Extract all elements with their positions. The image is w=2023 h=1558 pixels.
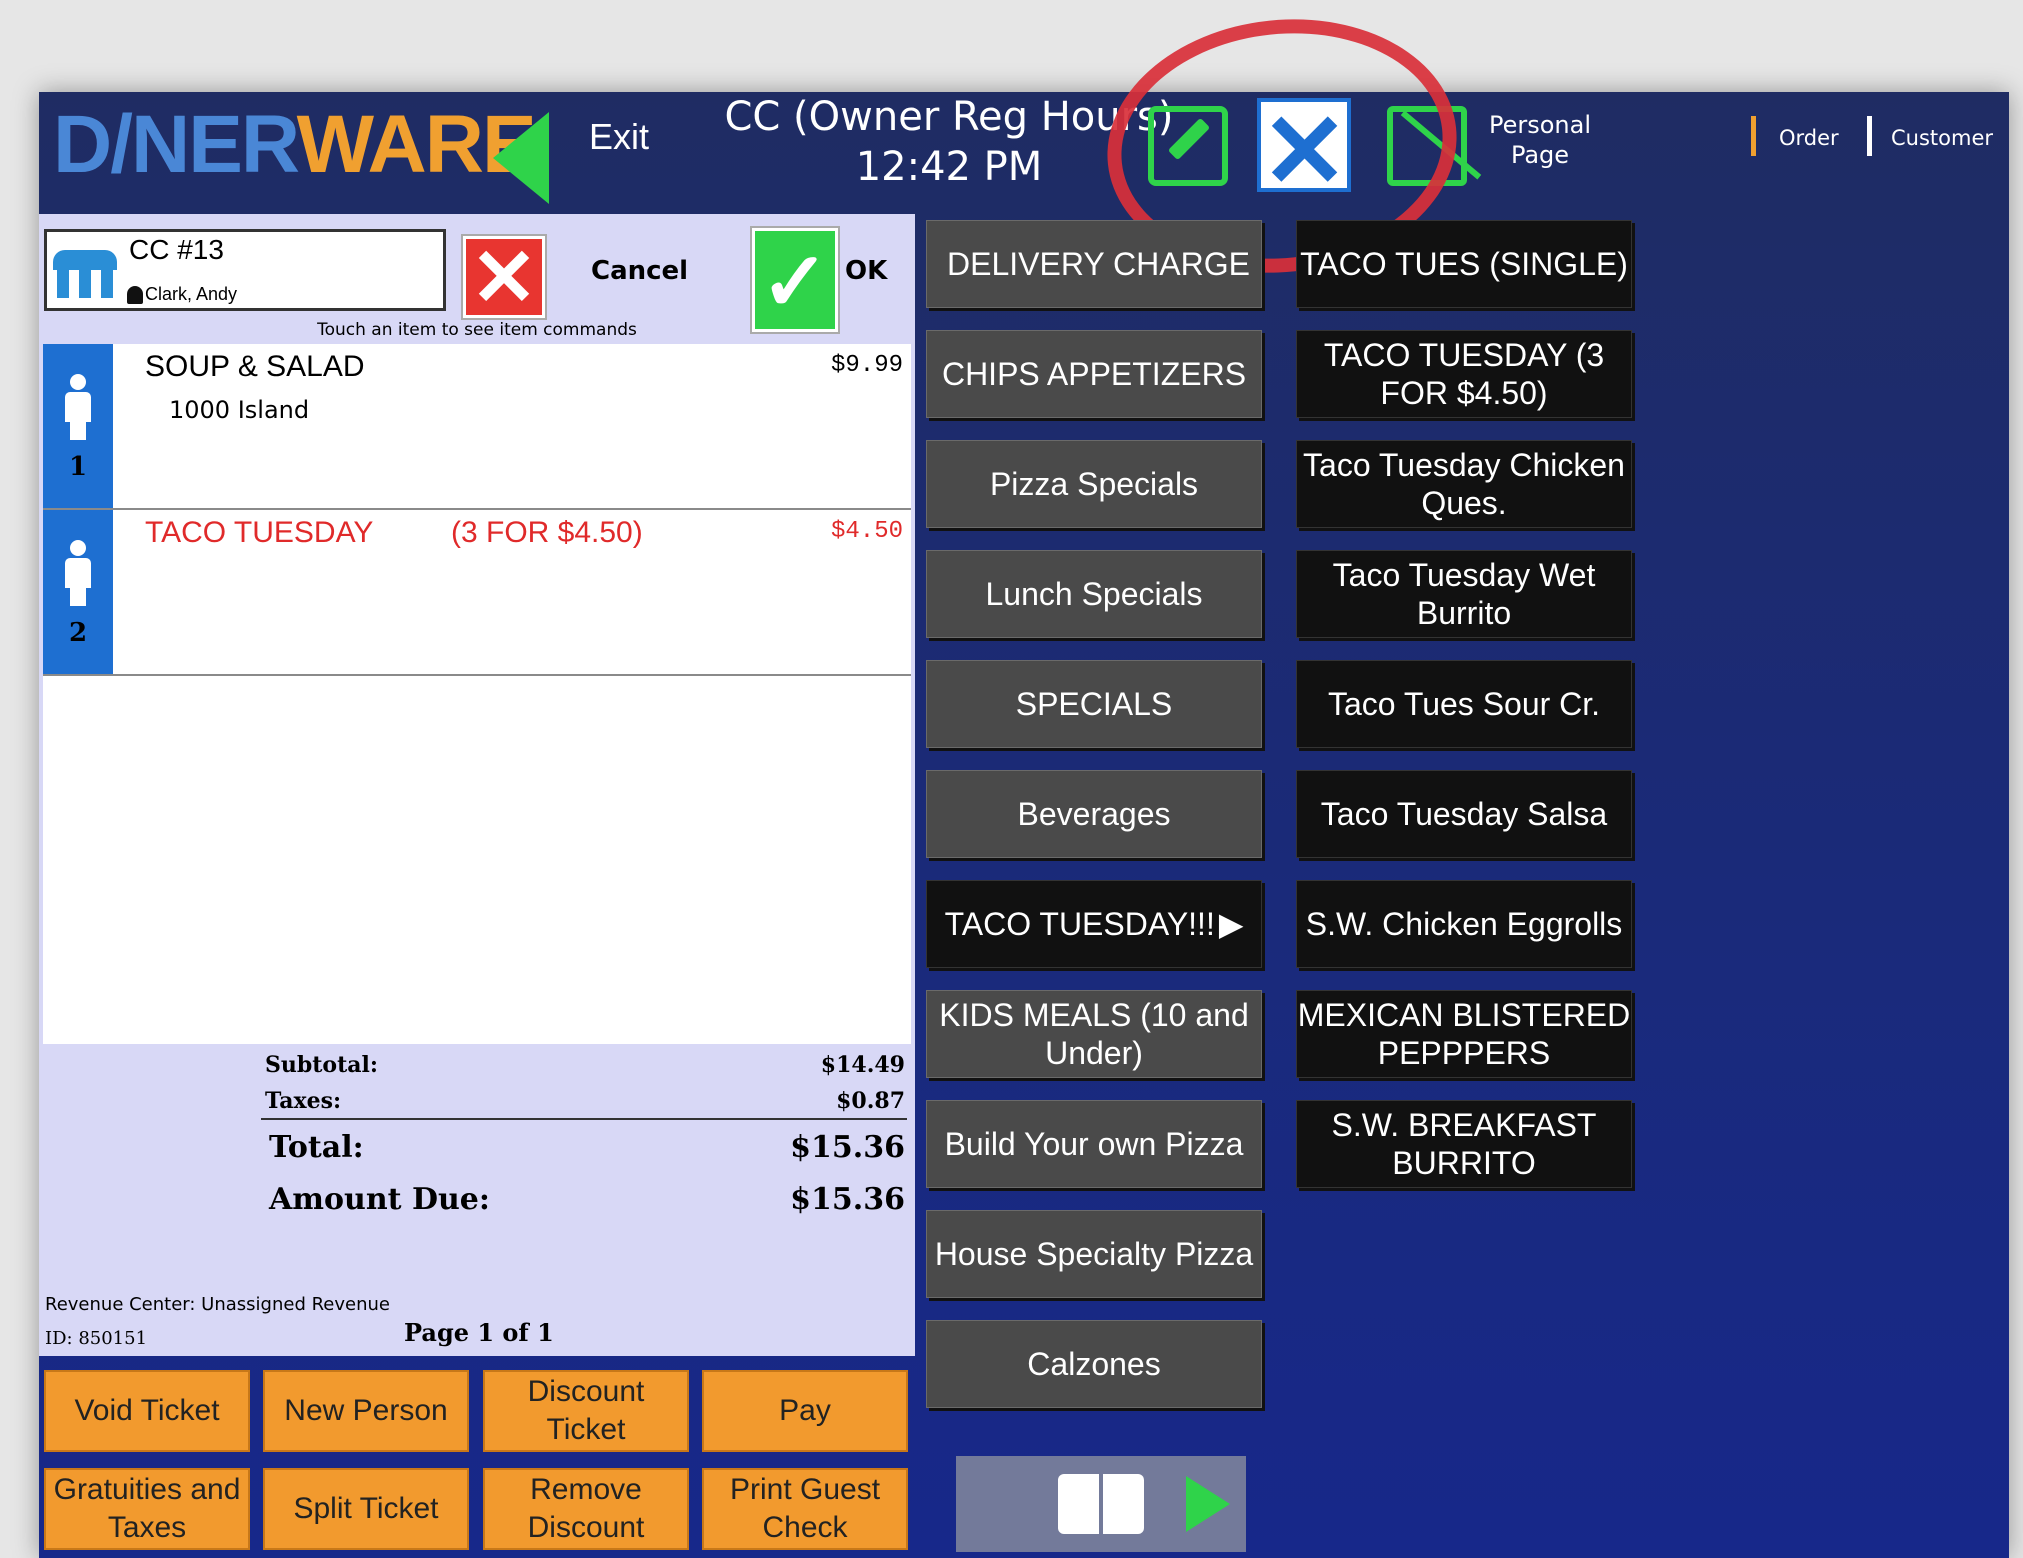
item-sour-cream[interactable]: Taco Tues Sour Cr.: [1296, 660, 1632, 748]
tab-order[interactable]: Order: [1779, 126, 1839, 150]
item-name[interactable]: SOUP & SALAD: [145, 350, 365, 384]
remove-discount-button[interactable]: Remove Discount: [483, 1468, 689, 1550]
category-delivery-charge[interactable]: DELIVERY CHARGE: [926, 220, 1262, 308]
tab-customer[interactable]: Customer: [1891, 126, 1993, 150]
book-icon[interactable]: [1058, 1474, 1144, 1534]
item-breakfast-burrito[interactable]: S.W. BREAKFAST BURRITO: [1296, 1100, 1632, 1188]
category-calzones[interactable]: Calzones: [926, 1320, 1262, 1408]
print-guest-check-button[interactable]: Print Guest Check: [702, 1468, 908, 1550]
cancel-icon[interactable]: ✕: [461, 233, 547, 322]
category-build-your-own-pizza[interactable]: Build Your own Pizza: [926, 1100, 1262, 1188]
subtotal-label: Subtotal:: [265, 1052, 378, 1078]
gratuities-taxes-button[interactable]: Gratuities and Taxes: [44, 1468, 250, 1550]
subtotal-value: $14.49: [820, 1052, 905, 1078]
back-arrow-icon[interactable]: [493, 112, 549, 204]
person-icon: [65, 374, 91, 440]
server-icon: [127, 286, 143, 304]
item-chicken-eggrolls[interactable]: S.W. Chicken Eggrolls: [1296, 880, 1632, 968]
ok-button[interactable]: OK: [845, 256, 887, 286]
item-taco-tues-single[interactable]: TACO TUES (SINGLE): [1296, 220, 1632, 308]
category-taco-tuesday[interactable]: TACO TUESDAY!!! ▶: [926, 880, 1262, 968]
ticket-id: ID: 850151: [45, 1328, 148, 1349]
tab-divider: [1751, 116, 1756, 156]
discount-ticket-button[interactable]: Discount Ticket: [483, 1370, 689, 1452]
cancel-button[interactable]: Cancel: [591, 256, 688, 286]
taxes-label: Taxes:: [265, 1088, 342, 1114]
seat-block[interactable]: 1 SOUP & SALAD 1000 Island $9.99: [43, 344, 911, 510]
item-price: $4.50: [830, 518, 903, 545]
void-ticket-button[interactable]: Void Ticket: [44, 1370, 250, 1452]
personal-page-button[interactable]: Personal Page: [1475, 110, 1605, 170]
item-salsa[interactable]: Taco Tuesday Salsa: [1296, 770, 1632, 858]
revenue-center: Revenue Center: Unassigned Revenue: [45, 1294, 390, 1315]
new-person-button[interactable]: New Person: [263, 1370, 469, 1452]
item-blistered-peppers[interactable]: MEXICAN BLISTERED PEPPPERS: [1296, 990, 1632, 1078]
item-wet-burrito[interactable]: Taco Tuesday Wet Burrito: [1296, 550, 1632, 638]
category-pizza-specials[interactable]: Pizza Specials: [926, 440, 1262, 528]
category-house-specialty-pizza[interactable]: House Specialty Pizza: [926, 1210, 1262, 1298]
category-label: TACO TUESDAY!!!: [944, 906, 1215, 942]
seat-block[interactable]: 2 TACO TUESDAY (3 FOR $4.50) $4.50: [43, 510, 911, 676]
server-name: Clark, Andy: [145, 284, 238, 304]
table-number: CC #13: [129, 234, 224, 265]
seat-number: 1: [68, 452, 88, 482]
pos-window: D/NERWARE Exit CC (Owner Reg Hours) 12:4…: [39, 2, 2009, 1558]
amount-due-label: Amount Due:: [269, 1182, 490, 1217]
seat-number: 2: [68, 618, 88, 648]
item-price: $9.99: [830, 352, 903, 379]
ticket-panel: CC #13 Clark, Andy ✕ Cancel ✓ OK Touch a…: [39, 214, 915, 1356]
ok-check-icon[interactable]: ✓: [750, 226, 840, 334]
item-taco-tuesday-3-for[interactable]: TACO TUESDAY (3 FOR $4.50): [1296, 330, 1632, 418]
taxes-value: $0.87: [836, 1088, 905, 1114]
pay-button[interactable]: Pay: [702, 1370, 908, 1452]
item-name[interactable]: TACO TUESDAY: [145, 516, 373, 550]
tab-divider: [1867, 116, 1872, 156]
play-icon[interactable]: [1186, 1476, 1230, 1532]
item-hint: Touch an item to see item commands: [317, 320, 637, 340]
table-info[interactable]: CC #13 Clark, Andy: [44, 229, 446, 311]
item-modifier[interactable]: 1000 Island: [169, 396, 309, 424]
total-value: $15.36: [790, 1130, 905, 1165]
amount-due-value: $15.36: [790, 1182, 905, 1217]
category-beverages[interactable]: Beverages: [926, 770, 1262, 858]
table-icon: [53, 250, 117, 298]
exit-button[interactable]: Exit: [589, 116, 649, 158]
dinerware-logo: D/NERWARE: [53, 99, 537, 190]
category-lunch-specials[interactable]: Lunch Specials: [926, 550, 1262, 638]
ticket-empty-area: [43, 676, 911, 1044]
seat-bar[interactable]: 2: [43, 510, 113, 674]
category-kids-meals[interactable]: KIDS MEALS (10 and Under): [926, 990, 1262, 1078]
person-icon: [65, 540, 91, 606]
totals-divider: [261, 1118, 907, 1120]
split-ticket-button[interactable]: Split Ticket: [263, 1468, 469, 1550]
arrow-right-icon: ▶: [1218, 906, 1244, 942]
category-specials[interactable]: SPECIALS: [926, 660, 1262, 748]
page-indicator: Page 1 of 1: [404, 1318, 554, 1347]
seat-bar[interactable]: 1: [43, 344, 113, 508]
item-name-suffix[interactable]: (3 FOR $4.50): [451, 516, 643, 550]
category-chips-appetizers[interactable]: CHIPS APPETIZERS: [926, 330, 1262, 418]
total-label: Total:: [269, 1130, 364, 1165]
item-chicken-ques[interactable]: Taco Tuesday Chicken Ques.: [1296, 440, 1632, 528]
